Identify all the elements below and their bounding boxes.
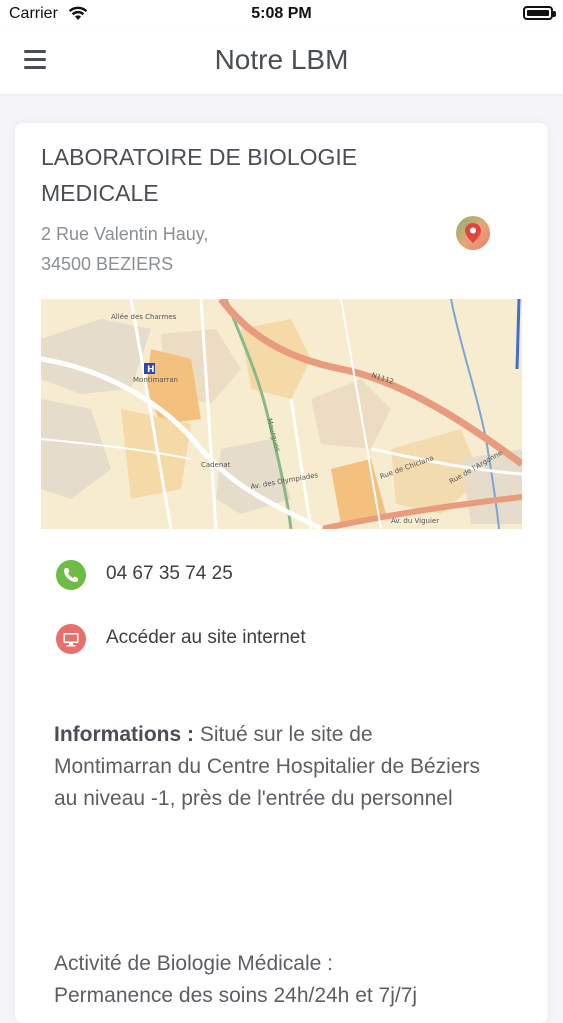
phone-link[interactable]: 04 67 35 74 25 <box>56 558 496 592</box>
computer-icon <box>56 624 86 654</box>
map-label-street1: Allée des Charmes <box>111 313 177 321</box>
map-label-hospital: Montimarran <box>133 376 178 384</box>
page-title: Notre LBM <box>214 44 349 75</box>
lab-name-line1: LABORATOIRE DE BIOLOGIE <box>41 144 358 170</box>
activity-line1: Activité de Biologie Médicale : <box>54 952 333 975</box>
map-label-street5: Av. du Viguier <box>391 517 439 525</box>
phone-icon <box>56 560 86 590</box>
website-label: Accéder au site internet <box>106 627 306 648</box>
lab-name: LABORATOIRE DE BIOLOGIE MEDICALE <box>41 139 421 211</box>
svg-text:H: H <box>147 365 155 375</box>
info-label: Informations : <box>54 723 194 746</box>
map-pin-icon <box>465 223 481 243</box>
lab-card: LABORATOIRE DE BIOLOGIE MEDICALE 2 Rue V… <box>15 123 548 1023</box>
location-map[interactable]: H Allée des Charmes Montimarran N1112 Ca… <box>41 299 522 529</box>
map-pin-button[interactable] <box>456 216 490 250</box>
status-time: 5:08 PM <box>251 5 312 22</box>
activity-paragraph: Activité de Biologie Médicale : Permanen… <box>54 948 494 1012</box>
info-paragraph: Informations : Situé sur le site de Mont… <box>54 719 494 815</box>
nav-bar: Notre LBM <box>0 30 563 94</box>
map-image: H Allée des Charmes Montimarran N1112 Ca… <box>41 299 522 529</box>
lab-address: 2 Rue Valentin Hauy, 34500 BEZIERS <box>41 219 208 279</box>
address-line2: 34500 BEZIERS <box>41 254 174 274</box>
address-line1: 2 Rue Valentin Hauy, <box>41 224 209 244</box>
lab-name-line2: MEDICALE <box>41 180 159 206</box>
map-label-street2: Cadenat <box>201 461 231 469</box>
battery-icon <box>523 6 556 20</box>
activity-line2: Permanence des soins 24h/24h et 7j/7j <box>54 984 418 1007</box>
phone-number: 04 67 35 74 25 <box>106 563 233 584</box>
website-link[interactable]: Accéder au site internet <box>56 622 496 656</box>
status-bar: Carrier 5:08 PM <box>0 0 563 30</box>
